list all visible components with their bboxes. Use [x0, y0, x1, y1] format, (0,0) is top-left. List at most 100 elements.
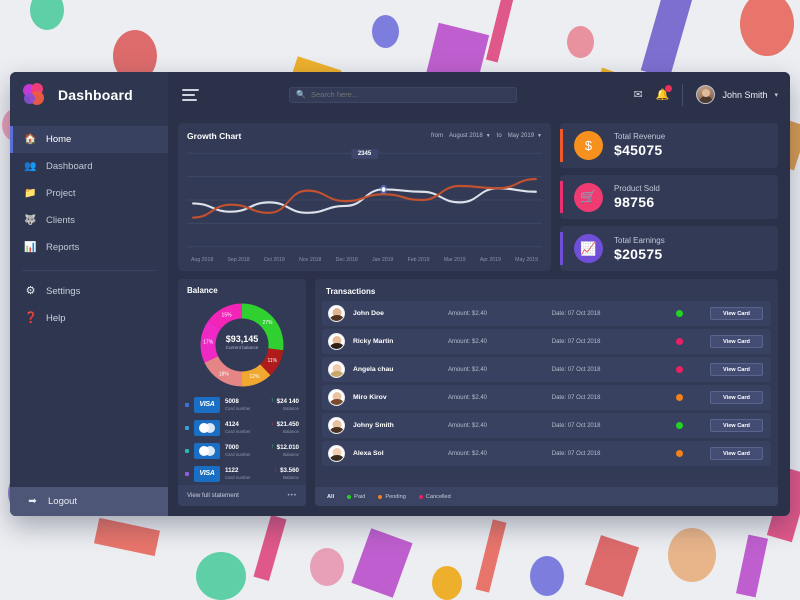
range-to-select[interactable]: May 2019 ▼ [508, 133, 542, 139]
view-full-statement-button[interactable]: View full statement ••• [178, 485, 306, 506]
mastercard-icon [194, 419, 220, 436]
transaction-date: Date: 07 Oct 2018 [551, 450, 601, 457]
topbar: 🔍 ✉ 🔔 John Smith ▾ [168, 72, 790, 117]
card-color-dot [185, 402, 189, 407]
legend-item-cancelled[interactable]: Cancelled [418, 494, 451, 500]
xaxis-tick-label: May 2019 [515, 257, 538, 263]
envelope-icon[interactable]: ✉ [634, 88, 643, 101]
sidebar-item-home[interactable]: 🏠 Home [10, 126, 168, 153]
logout-icon: ➡ [28, 495, 37, 507]
search-icon: 🔍 [296, 90, 306, 99]
legend-dot [347, 494, 352, 499]
status-badge [648, 422, 710, 429]
sidebar-item-project[interactable]: 📁 Project [10, 180, 168, 207]
chart-marker-dot[interactable] [381, 187, 386, 192]
avatar [328, 333, 345, 350]
legend-item-pending[interactable]: Pending [378, 494, 406, 500]
stat-label: Total Earnings [614, 235, 665, 245]
dollar-icon: $ [574, 130, 603, 160]
legend-item-all[interactable]: All [327, 494, 334, 500]
balance-amount: $93,145 [225, 334, 259, 344]
growth-chart-plot: 2345 [187, 145, 542, 255]
sidebar-nav: 🏠 Home 👥 Dashboard 📁 Project 🐺 Clients 📊 Reports [10, 126, 168, 261]
arrow-up-icon: ↑ [270, 398, 274, 404]
stat-card-total-earnings[interactable]: 📈 Total Earnings $20575 [560, 226, 778, 272]
notification-badge [665, 85, 673, 92]
search-bar[interactable]: 🔍 [289, 86, 517, 103]
more-options-icon[interactable]: ••• [288, 492, 298, 499]
transaction-row: Johny Smith Amount: $2.40 Date: 07 Oct 201… [322, 413, 771, 438]
arrow-up-icon: ↑ [270, 444, 274, 450]
range-from-value: August 2018 [449, 133, 483, 139]
sidebar-item-clients[interactable]: 🐺 Clients [10, 207, 168, 234]
confetti-shape [253, 515, 287, 581]
avatar [328, 445, 345, 462]
card-list-item[interactable]: VISA 5008 Card number ↑ $24 140 Balance [185, 393, 299, 416]
view-card-button[interactable]: View Card [710, 391, 763, 404]
sidebar-item-label: Help [46, 313, 66, 324]
reports-icon: 📊 [24, 241, 37, 253]
view-card-button[interactable]: View Card [710, 335, 763, 348]
status-badge [648, 310, 710, 317]
transaction-amount: Amount: $2.40 [447, 338, 487, 345]
logo-icon [23, 82, 49, 107]
help-icon: ❓ [24, 312, 38, 324]
card-list-item[interactable]: VISA 1122 Card number ↓ $3.560 Balance [185, 462, 299, 485]
sidebar-item-label: Reports [46, 242, 80, 253]
card-color-dot [185, 471, 189, 476]
logout-label: Logout [48, 496, 78, 507]
donut-segment-label: 27% [262, 320, 273, 326]
stat-card-total-revenue[interactable]: $ Total Revenue $45075 [560, 123, 778, 168]
confetti-shape [351, 528, 413, 598]
range-from-select[interactable]: August 2018 ▼ [449, 133, 491, 139]
bottom-row: Balance 27% 11% 12% 18% 17% 15% $93,145 Curre… [178, 279, 778, 506]
chart-line-series-a [192, 187, 537, 214]
transaction-amount: Amount: $2.40 [447, 394, 487, 401]
search-input[interactable] [310, 90, 510, 99]
legend-item-paid[interactable]: Paid [347, 494, 365, 500]
view-card-button[interactable]: View Card [710, 307, 763, 320]
avatar [328, 361, 345, 378]
donut-segment-label: 18% [219, 371, 230, 377]
card-balance: $24 140 [276, 398, 299, 405]
card-list-item[interactable]: 7000 Card number ↑ $12.010 Balance [185, 439, 299, 462]
transactions-list: John Doe Amount: $2.40 Date: 07 Oct 2018 Vi… [315, 301, 778, 483]
xaxis-tick-label: Mar 2019 [443, 257, 466, 263]
sidebar-item-label: Home [46, 134, 72, 145]
confetti-shape [475, 519, 507, 593]
sidebar-item-reports[interactable]: 📊 Reports [10, 234, 168, 261]
stat-cards: $ Total Revenue $45075 🛒 Product Sold 98756 📈 T… [560, 123, 778, 272]
card-color-dot [185, 448, 189, 453]
sidebar-item-label: Settings [46, 286, 81, 297]
sidebar-item-settings[interactable]: ⚙ Settings [10, 278, 168, 305]
card-balance-label: Balance [283, 429, 299, 434]
stat-card-product-sold[interactable]: 🛒 Product Sold 98756 [560, 174, 778, 220]
card-list-item[interactable]: 4124 Card number ↓ $21.450 Balance [185, 416, 299, 439]
legend-label: Pending [385, 493, 406, 500]
balance-sublabel: Current balance [225, 345, 259, 350]
confetti-shape [30, 0, 64, 30]
confetti-shape [372, 15, 399, 48]
view-card-button[interactable]: View Card [710, 419, 763, 432]
sidebar-item-help[interactable]: ❓ Help [10, 305, 168, 332]
card-number-label: Card number [225, 406, 251, 411]
statement-label: View full statement [187, 492, 239, 499]
view-card-button[interactable]: View Card [710, 363, 763, 376]
status-dot [675, 450, 683, 457]
xaxis-tick-label: Feb 2019 [407, 257, 430, 263]
xaxis-tick-label: Jan 2019 [372, 257, 394, 263]
hamburger-icon[interactable] [182, 88, 199, 101]
xaxis-tick-label: Oct 2018 [263, 257, 285, 263]
balance-donut: 27% 11% 12% 18% 17% 15% $93,145 Current balan… [178, 297, 306, 393]
logout-button[interactable]: ➡ Logout [10, 487, 168, 516]
confetti-shape [485, 0, 515, 63]
user-menu[interactable]: John Smith ▾ [696, 85, 778, 104]
arrow-down-icon: ↓ [270, 421, 274, 427]
view-card-button[interactable]: View Card [710, 447, 763, 460]
transaction-date: Date: 07 Oct 2018 [551, 338, 601, 345]
avatar [696, 85, 716, 104]
sidebar-item-dashboard[interactable]: 👥 Dashboard [10, 153, 168, 180]
bell-icon[interactable]: 🔔 [656, 85, 673, 101]
visa-icon: VISA [194, 465, 220, 482]
range-to-value: May 2019 [507, 133, 535, 139]
